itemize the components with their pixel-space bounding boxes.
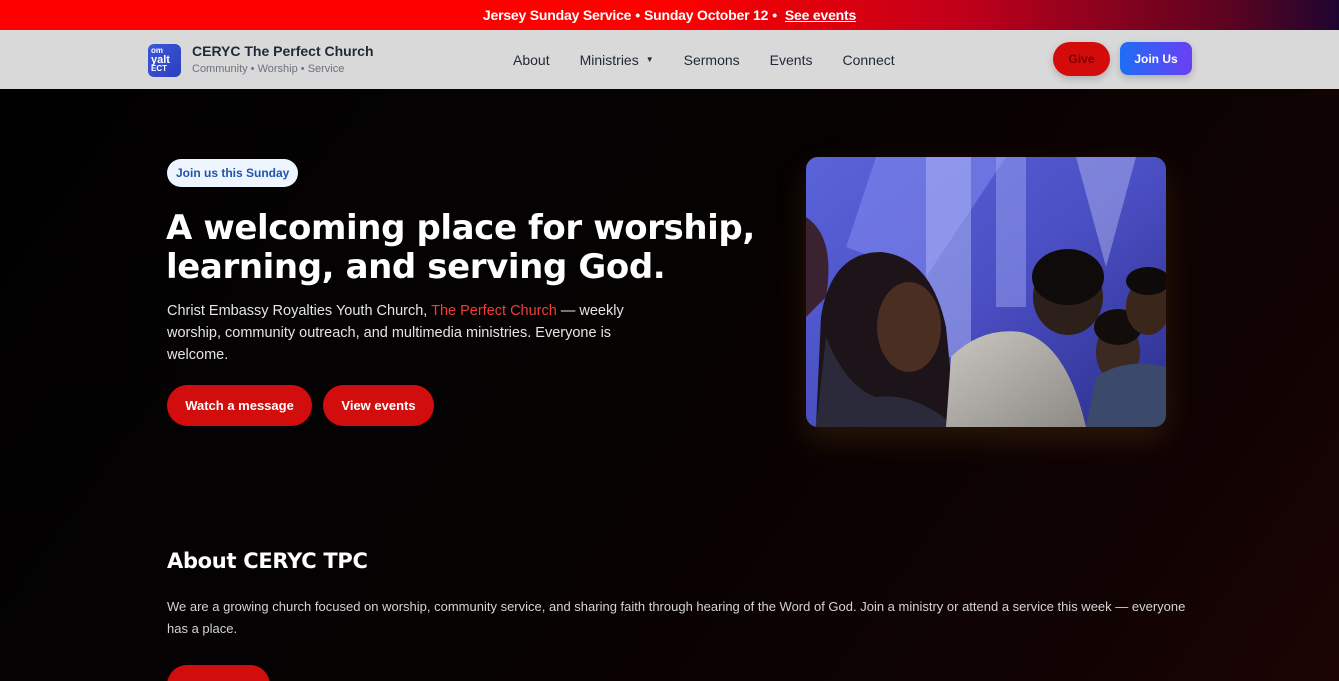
nav-link-connect[interactable]: Connect	[842, 52, 894, 68]
nav-link-sermons[interactable]: Sermons	[684, 52, 740, 68]
nav-link-label: Connect	[842, 51, 895, 68]
about-title: About CERYC TPC	[167, 549, 368, 573]
nav-link-ministries[interactable]: Ministries ▼	[580, 52, 654, 68]
hero-photo	[806, 157, 1166, 427]
church-logo[interactable]: om yalt ECT	[148, 43, 181, 77]
join-us-button[interactable]: Join Us	[1120, 42, 1192, 75]
announcement-text: Jersey Sunday Service	[482, 7, 632, 23]
give-button[interactable]: Give	[1053, 42, 1110, 76]
nav-link-label: Ministries	[579, 51, 639, 68]
nav-link-label: Events	[769, 51, 813, 68]
nav-link-events[interactable]: Events	[770, 52, 813, 68]
join-sunday-pill: Join us this Sunday	[167, 159, 299, 187]
church-name-highlight: The Perfect Church	[431, 303, 557, 319]
brand-title: CERYC The Perfect Church	[192, 43, 374, 59]
announcement-separator: •	[635, 7, 640, 23]
brand[interactable]: om yalt ECT CERYC The Perfect Church Com…	[148, 43, 374, 77]
chevron-down-icon: ▼	[645, 55, 654, 64]
navbar: om yalt ECT CERYC The Perfect Church Com…	[0, 30, 1339, 89]
logo-line-3: ECT	[151, 64, 167, 73]
brand-text: CERYC The Perfect Church Community • Wor…	[192, 43, 374, 77]
announcement-separator-2: •	[772, 7, 777, 23]
nav-link-label: About	[513, 51, 550, 68]
main-menu: About Ministries ▼ Sermons Events Connect	[513, 30, 925, 89]
view-events-button[interactable]: View events	[323, 385, 434, 426]
nav-link-label: Sermons	[683, 51, 740, 68]
brand-subtitle: Community • Worship • Service	[192, 63, 345, 75]
announcement-bar: Jersey Sunday Service • Sunday October 1…	[0, 0, 1339, 30]
see-events-link[interactable]: See events	[785, 7, 856, 23]
announcement-date: Sunday October 12	[643, 7, 769, 23]
hero-desc-start: Christ Embassy Royalties Youth Church,	[167, 303, 432, 319]
about-text: We are a growing church focused on worsh…	[167, 599, 1186, 636]
watch-message-button[interactable]: Watch a message	[167, 385, 312, 426]
hero-title: A welcoming place for worship, learning,…	[166, 208, 755, 287]
about-cta-button[interactable]	[167, 665, 270, 681]
nav-link-about[interactable]: About	[513, 52, 550, 68]
main-content: Join us this Sunday A welcoming place fo…	[0, 89, 1339, 681]
worship-photo-image	[806, 157, 1166, 427]
hero-description: Christ Embassy Royalties Youth Church, T…	[167, 300, 647, 366]
